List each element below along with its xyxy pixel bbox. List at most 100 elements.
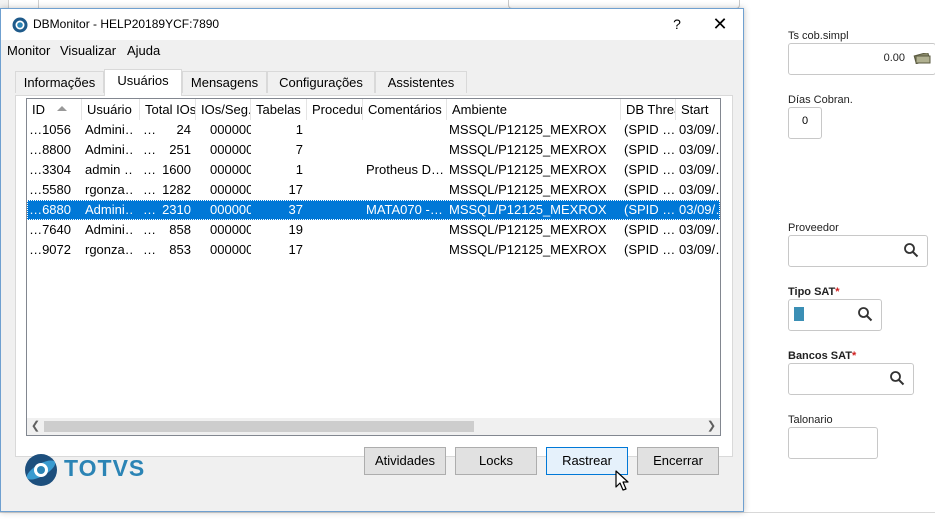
column-header-procedures[interactable]: Procedures <box>307 99 363 120</box>
title-bar[interactable]: DBMonitor - HELP20189YCF:7890 ? ✕ <box>1 9 743 40</box>
search-icon[interactable] <box>889 370 905 386</box>
cell-comentarios <box>363 140 445 160</box>
text-cursor-block <box>794 307 804 321</box>
tipo-sat-label: Tipo SAT* <box>788 286 840 298</box>
cell-ambiente: MSSQL/P12125_MEXROX <box>449 122 607 137</box>
cell-usuario: admin … <box>85 162 134 177</box>
table-row[interactable]: …9072 rgonza…… 853 000000 17 MSSQL/P12125_MEX… <box>27 240 720 260</box>
tab-assistentes[interactable]: Assistentes <box>375 71 467 93</box>
bancos-sat-field[interactable] <box>788 363 914 395</box>
cell-tabelas: 37 <box>288 202 303 217</box>
cell-procedures <box>307 120 363 140</box>
scrollbar-thumb[interactable] <box>44 421 474 432</box>
dias-cobran-field[interactable]: 0 <box>788 107 822 139</box>
cell-db-thread: (SPID … <box>624 202 676 217</box>
table-row[interactable]: …5580 rgonza…… 1282 000000 17 MSSQL/P12125_ME… <box>27 180 720 200</box>
cell-usuario: Admini… <box>85 202 134 217</box>
dias-cobran-value: 0 <box>801 115 809 127</box>
column-header-total-ios[interactable]: Total IOs <box>140 99 196 120</box>
talonario-field[interactable] <box>788 427 878 459</box>
tab-configuracoes[interactable]: Configurações <box>267 71 375 93</box>
cell-db-thread: (SPID … <box>624 242 676 257</box>
locks-button[interactable]: Locks <box>455 447 537 475</box>
cell-start: 03/09/… <box>679 222 720 237</box>
cell-tabelas: 1 <box>295 162 303 177</box>
column-header-ambiente[interactable]: Ambiente <box>447 99 621 120</box>
cell-id: …8800 <box>29 142 71 157</box>
column-header-id[interactable]: ID <box>27 99 82 120</box>
cell-procedures <box>307 240 363 260</box>
ts-cob-value: 0.00 <box>883 52 905 64</box>
cell-tabelas: 1 <box>295 122 303 137</box>
column-header-ios-seg[interactable]: IOs/Seg. <box>196 99 251 120</box>
cell-ambiente: MSSQL/P12125_MEXROX <box>449 182 607 197</box>
column-header-start[interactable]: Start <box>676 99 720 120</box>
column-header-comentarios[interactable]: Comentários <box>363 99 447 120</box>
encerrar-button[interactable]: Encerrar <box>637 447 719 475</box>
cell-procedures <box>307 160 363 180</box>
atividades-button[interactable]: Atividades <box>364 447 446 475</box>
proveedor-field[interactable] <box>788 235 928 267</box>
tab-strip: Informações Usuários Mensagens Configura… <box>15 69 475 96</box>
column-header-db-thread[interactable]: DB Thread <box>621 99 676 120</box>
cell-id: …9072 <box>29 242 71 257</box>
scroll-right-icon[interactable]: ❯ <box>703 418 720 435</box>
cell-tabelas: 17 <box>288 242 303 257</box>
cell-start: 03/09/… <box>679 202 720 217</box>
ts-cob-field[interactable]: 0.00 <box>788 43 935 75</box>
cell-start: 03/09/… <box>679 142 720 157</box>
cell-comentarios <box>363 180 445 200</box>
table-row[interactable]: …6880 Admini…… 2310 000000 37 MATA070 -… MSSQL… <box>27 200 720 220</box>
cell-id: …7640 <box>29 222 71 237</box>
tab-mensagens[interactable]: Mensagens <box>182 71 267 93</box>
window-title: DBMonitor - HELP20189YCF:7890 <box>33 17 220 31</box>
money-icon[interactable] <box>913 53 931 64</box>
tipo-sat-field[interactable] <box>788 299 882 331</box>
cell-db-thread: (SPID … <box>624 182 676 197</box>
cell-procedures <box>307 200 363 220</box>
scroll-left-icon[interactable]: ❮ <box>27 418 44 435</box>
cell-ios-seg: 000000 <box>210 242 251 257</box>
column-header-tabelas[interactable]: Tabelas <box>251 99 307 120</box>
cell-comentarios <box>363 120 445 140</box>
cell-ambiente: MSSQL/P12125_MEXROX <box>449 242 607 257</box>
cell-total-ios: 853 <box>169 242 191 257</box>
cell-total-ios: 1282 <box>162 182 191 197</box>
dias-cobran-label: Días Cobran. <box>788 94 853 106</box>
search-icon[interactable] <box>857 306 873 322</box>
cell-total-ios: 2310 <box>162 202 191 217</box>
search-icon[interactable] <box>903 242 919 258</box>
table-row[interactable]: …3304 admin …… 1600 000000 1 Protheus D… MSSQL… <box>27 160 720 180</box>
cell-db-thread: (SPID … <box>624 122 676 137</box>
menu-visualizar[interactable]: Visualizar <box>60 43 116 58</box>
table-row[interactable]: …8800 Admini…… 251 000000 7 MSSQL/P12125_MEXR… <box>27 140 720 160</box>
menu-ajuda[interactable]: Ajuda <box>127 43 160 58</box>
menu-bar: Monitor Visualizar Ajuda <box>1 42 743 60</box>
close-button[interactable]: ✕ <box>707 12 733 36</box>
cell-total-ios: 858 <box>169 222 191 237</box>
cell-usuario: Admini… <box>85 122 134 137</box>
horizontal-scrollbar[interactable]: ❮ ❯ <box>27 418 720 435</box>
help-button[interactable]: ? <box>667 12 687 36</box>
table-row[interactable]: …7640 Admini…… 858 000000 19 MSSQL/P12125_MEX… <box>27 220 720 240</box>
column-header-usuario[interactable]: Usuário <box>82 99 140 120</box>
tab-usuarios[interactable]: Usuários <box>104 69 182 96</box>
cell-ambiente: MSSQL/P12125_MEXROX <box>449 202 607 217</box>
cell-total-ios: 24 <box>176 122 191 137</box>
cell-procedures <box>307 220 363 240</box>
sort-ascending-icon <box>57 106 67 111</box>
ts-cob-label: Ts cob.simpl <box>788 30 849 42</box>
tab-informacoes[interactable]: Informações <box>15 71 104 93</box>
cell-comentarios <box>363 220 445 240</box>
cell-comentarios <box>363 240 445 260</box>
cell-tabelas: 19 <box>288 222 303 237</box>
cell-ambiente: MSSQL/P12125_MEXROX <box>449 222 607 237</box>
users-list[interactable]: ID Usuário Total IOs IOs/Seg. Tabelas Pr… <box>26 98 721 436</box>
cell-ambiente: MSSQL/P12125_MEXROX <box>449 142 607 157</box>
cell-start: 03/09/… <box>679 162 720 177</box>
cell-usuario: Admini… <box>85 142 134 157</box>
cell-start: 03/09/… <box>679 242 720 257</box>
cell-id: …3304 <box>29 162 71 177</box>
menu-monitor[interactable]: Monitor <box>7 43 50 58</box>
table-row[interactable]: …1056 Admini…… 24 000000 1 MSSQL/P12125_MEXRO… <box>27 120 720 140</box>
